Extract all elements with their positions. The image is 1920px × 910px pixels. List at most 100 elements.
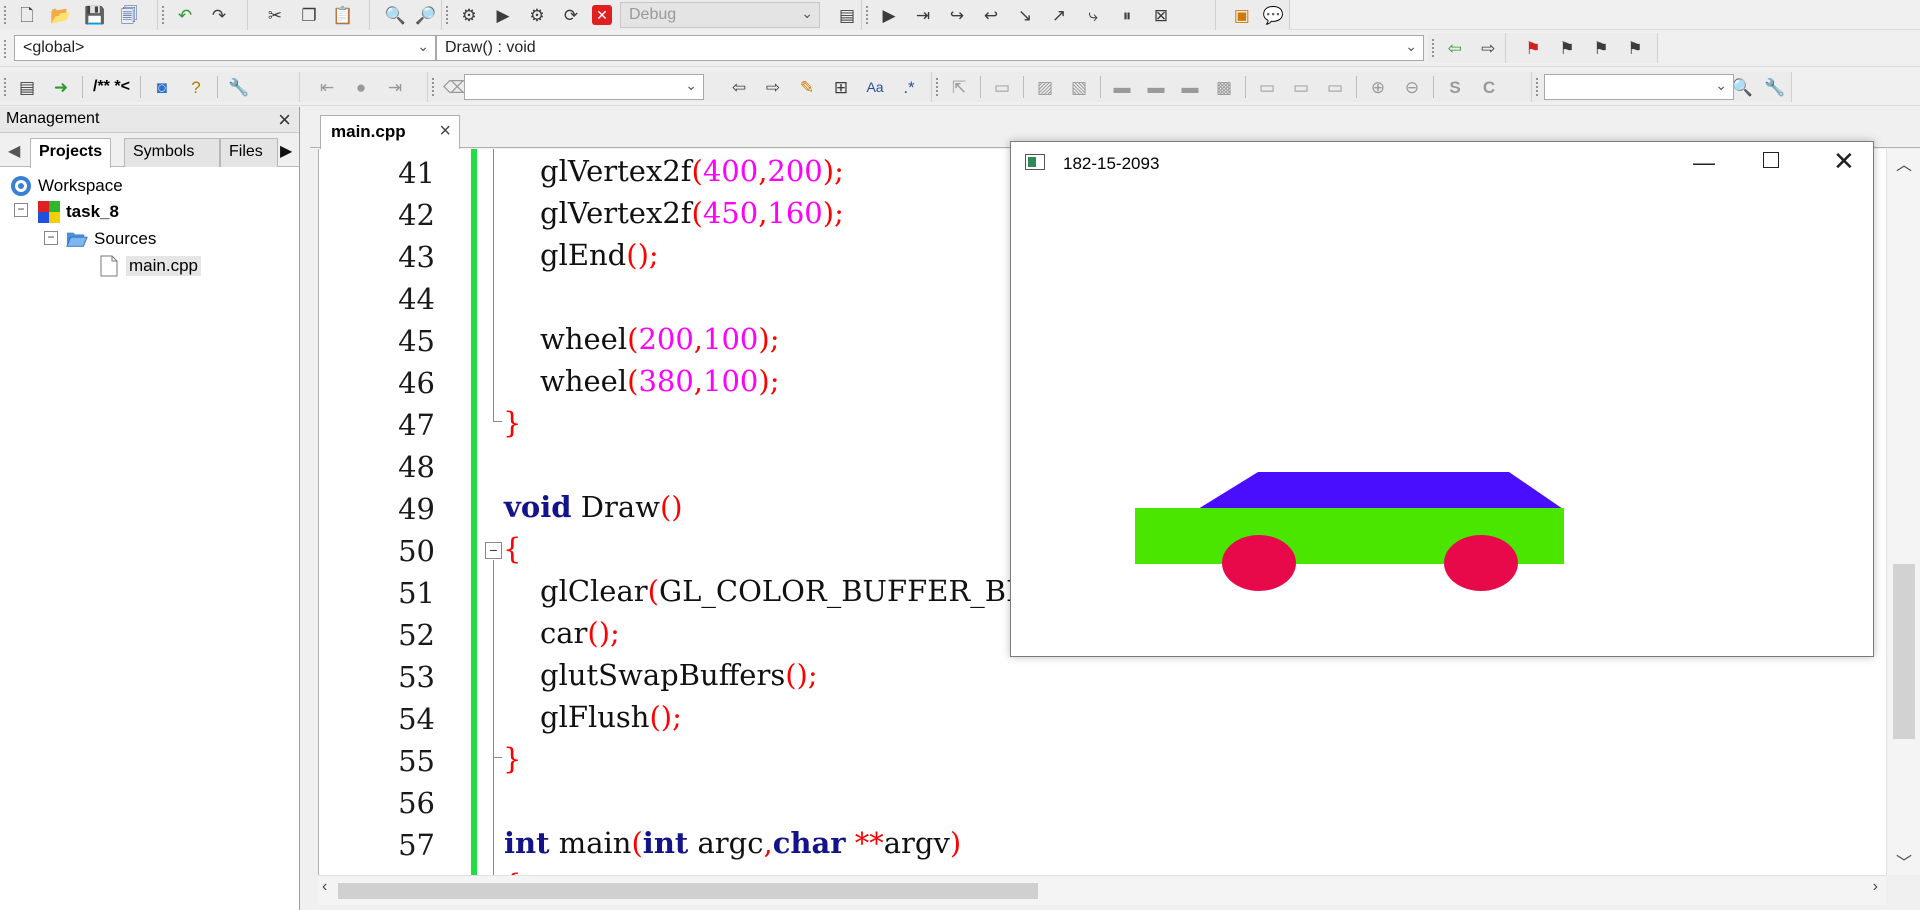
redo-icon[interactable]: ↷ bbox=[206, 2, 232, 28]
next-breakpoint-icon[interactable]: ⇥ bbox=[382, 74, 408, 100]
debug-run-icon[interactable]: ▶ bbox=[876, 2, 902, 28]
toolbar-grip[interactable] bbox=[161, 5, 165, 25]
editor-horizontal-scrollbar[interactable]: ‹ › bbox=[318, 875, 1886, 905]
close-icon[interactable]: × bbox=[278, 107, 291, 133]
html-doc-icon[interactable]: ◙ bbox=[149, 74, 175, 100]
layout-2-icon[interactable]: ▬ bbox=[1143, 74, 1169, 100]
tree-item-sources[interactable]: Sources bbox=[66, 228, 156, 250]
selected-text-icon[interactable]: ⊞ bbox=[828, 74, 854, 100]
pause-icon[interactable]: ⏸ bbox=[1114, 2, 1140, 28]
copy-icon[interactable]: ❐ bbox=[296, 2, 322, 28]
replace-icon[interactable]: 🔎 bbox=[415, 2, 438, 28]
jump-forward-icon[interactable]: ⇨ bbox=[1476, 35, 1502, 61]
c-tool-icon[interactable]: C bbox=[1476, 74, 1502, 100]
step-into-icon[interactable]: ↘ bbox=[1012, 2, 1038, 28]
s-tool-icon[interactable]: S bbox=[1442, 74, 1468, 100]
find-input[interactable]: ⌄ bbox=[1544, 74, 1734, 100]
layout-4-icon[interactable]: ▩ bbox=[1211, 74, 1237, 100]
prev-breakpoint-icon[interactable]: ⇤ bbox=[314, 74, 340, 100]
horizontal-scroll-thumb[interactable] bbox=[338, 883, 1038, 899]
toolbar-grip[interactable] bbox=[3, 5, 7, 25]
build-target-select[interactable]: Debug ⌄ bbox=[620, 2, 820, 28]
doxygen-comment-button[interactable]: /** *< bbox=[93, 78, 130, 96]
toolbar-grip[interactable] bbox=[1535, 77, 1539, 97]
close-icon[interactable]: × bbox=[439, 120, 451, 143]
build-gear-icon[interactable]: ⚙ bbox=[456, 2, 482, 28]
find-settings-icon[interactable]: 🔧 bbox=[1763, 74, 1787, 100]
undo-icon[interactable]: ↶ bbox=[172, 2, 198, 28]
find-icon[interactable]: 🔍 bbox=[384, 2, 407, 28]
text-tool-icon[interactable]: ▧ bbox=[1066, 74, 1092, 100]
jump-back-icon[interactable]: ⇦ bbox=[1442, 35, 1468, 61]
function-select[interactable]: Draw() : void ⌄ bbox=[436, 35, 1424, 61]
vertical-scroll-thumb[interactable] bbox=[1893, 564, 1915, 739]
frame-1-icon[interactable]: ▭ bbox=[1254, 74, 1280, 100]
tab-scroll-left-icon[interactable]: ◀ bbox=[8, 141, 20, 161]
new-file-icon[interactable]: 🗋 bbox=[14, 2, 40, 28]
save-all-icon[interactable]: 🗐 bbox=[116, 2, 142, 28]
zoom-in-icon[interactable]: ⊕ bbox=[1365, 74, 1391, 100]
editor-vertical-scrollbar[interactable]: ︿ ﹀ bbox=[1886, 149, 1920, 875]
tree-item-project[interactable]: task_8 bbox=[38, 201, 119, 223]
open-file-icon[interactable]: 📂 bbox=[48, 2, 74, 28]
tree-item-main-cpp[interactable]: main.cpp bbox=[98, 255, 201, 277]
paste-icon[interactable]: 📋 bbox=[330, 2, 356, 28]
search-prev-icon[interactable]: ⇦ bbox=[726, 74, 752, 100]
next-line-icon[interactable]: ↪ bbox=[944, 2, 970, 28]
step-instruction-icon[interactable]: ⤷ bbox=[1080, 2, 1106, 28]
highlight-icon[interactable]: ✎ bbox=[794, 74, 820, 100]
tab-files[interactable]: Files bbox=[220, 138, 278, 167]
layout-3-icon[interactable]: ▬ bbox=[1177, 74, 1203, 100]
scroll-left-icon[interactable]: ‹ bbox=[322, 878, 327, 896]
cut-icon[interactable]: ✂ bbox=[262, 2, 288, 28]
fold-toggle-icon[interactable]: − bbox=[485, 542, 502, 559]
plugin-icon[interactable]: ➜ bbox=[48, 74, 74, 100]
match-case-icon[interactable]: Aa bbox=[862, 74, 888, 100]
tab-scroll-right-icon[interactable]: ▶ bbox=[280, 141, 292, 161]
scroll-up-icon[interactable]: ︿ bbox=[1896, 151, 1912, 175]
glut-window[interactable]: 182-15-2093 — ✕ bbox=[1010, 141, 1874, 657]
toolbar-grip[interactable] bbox=[3, 77, 7, 97]
close-icon[interactable]: ✕ bbox=[1833, 146, 1855, 177]
abort-icon[interactable]: ✕ bbox=[592, 5, 612, 25]
toolbar-grip[interactable] bbox=[431, 77, 435, 97]
rect-tool-icon[interactable]: ▭ bbox=[989, 74, 1015, 100]
minimize-icon[interactable]: — bbox=[1693, 150, 1715, 176]
tab-symbols[interactable]: Symbols bbox=[124, 138, 220, 167]
collapse-folder-icon[interactable]: − bbox=[44, 231, 58, 245]
scroll-right-icon[interactable]: › bbox=[1873, 878, 1878, 896]
run-icon[interactable]: ▶ bbox=[490, 2, 516, 28]
wrench-icon[interactable]: 🔧 bbox=[226, 74, 252, 100]
toolbar-grip[interactable] bbox=[1431, 38, 1435, 58]
search-next-icon[interactable]: ⇨ bbox=[760, 74, 786, 100]
stop-debug-icon[interactable]: ⊠ bbox=[1148, 2, 1174, 28]
regex-icon[interactable]: .* bbox=[896, 74, 922, 100]
image-tool-icon[interactable]: ▨ bbox=[1032, 74, 1058, 100]
toolbar-grip[interactable] bbox=[935, 77, 939, 97]
tab-main-cpp[interactable]: main.cpp × bbox=[320, 115, 460, 149]
clear-bookmarks-icon[interactable]: ⚑ bbox=[1622, 35, 1648, 61]
toolbar-grip[interactable] bbox=[3, 39, 7, 59]
toolbar-grip[interactable] bbox=[445, 5, 449, 25]
next-instruction-icon[interactable]: ↩ bbox=[978, 2, 1004, 28]
frame-3-icon[interactable]: ▭ bbox=[1322, 74, 1348, 100]
incremental-search-input[interactable]: ⌄ bbox=[464, 74, 704, 100]
collapse-project-icon[interactable]: − bbox=[14, 203, 28, 217]
scope-select[interactable]: <global> ⌄ bbox=[14, 35, 436, 61]
target-dialog-icon[interactable]: ▤ bbox=[834, 2, 860, 28]
help-icon[interactable]: ? bbox=[183, 74, 209, 100]
toggle-bookmark-icon[interactable]: ⚑ bbox=[1520, 35, 1546, 61]
zoom-out-icon[interactable]: ⊖ bbox=[1399, 74, 1425, 100]
scroll-down-icon[interactable]: ﹀ bbox=[1896, 849, 1912, 873]
debug-windows-icon[interactable]: ▣ bbox=[1230, 2, 1254, 28]
info-icon[interactable]: 💬 bbox=[1262, 2, 1286, 28]
toggle-breakpoint-icon[interactable]: ● bbox=[348, 74, 374, 100]
tree-item-workspace[interactable]: Workspace bbox=[10, 175, 123, 197]
layout-1-icon[interactable]: ▬ bbox=[1109, 74, 1135, 100]
toolbar-grip[interactable] bbox=[865, 5, 869, 25]
rebuild-icon[interactable]: ⟳ bbox=[558, 2, 584, 28]
prev-bookmark-icon[interactable]: ⚑ bbox=[1554, 35, 1580, 61]
glut-window-titlebar[interactable]: 182-15-2093 — ✕ bbox=[1011, 142, 1873, 186]
build-run-icon[interactable]: ⚙ bbox=[524, 2, 550, 28]
step-out-icon[interactable]: ↗ bbox=[1046, 2, 1072, 28]
